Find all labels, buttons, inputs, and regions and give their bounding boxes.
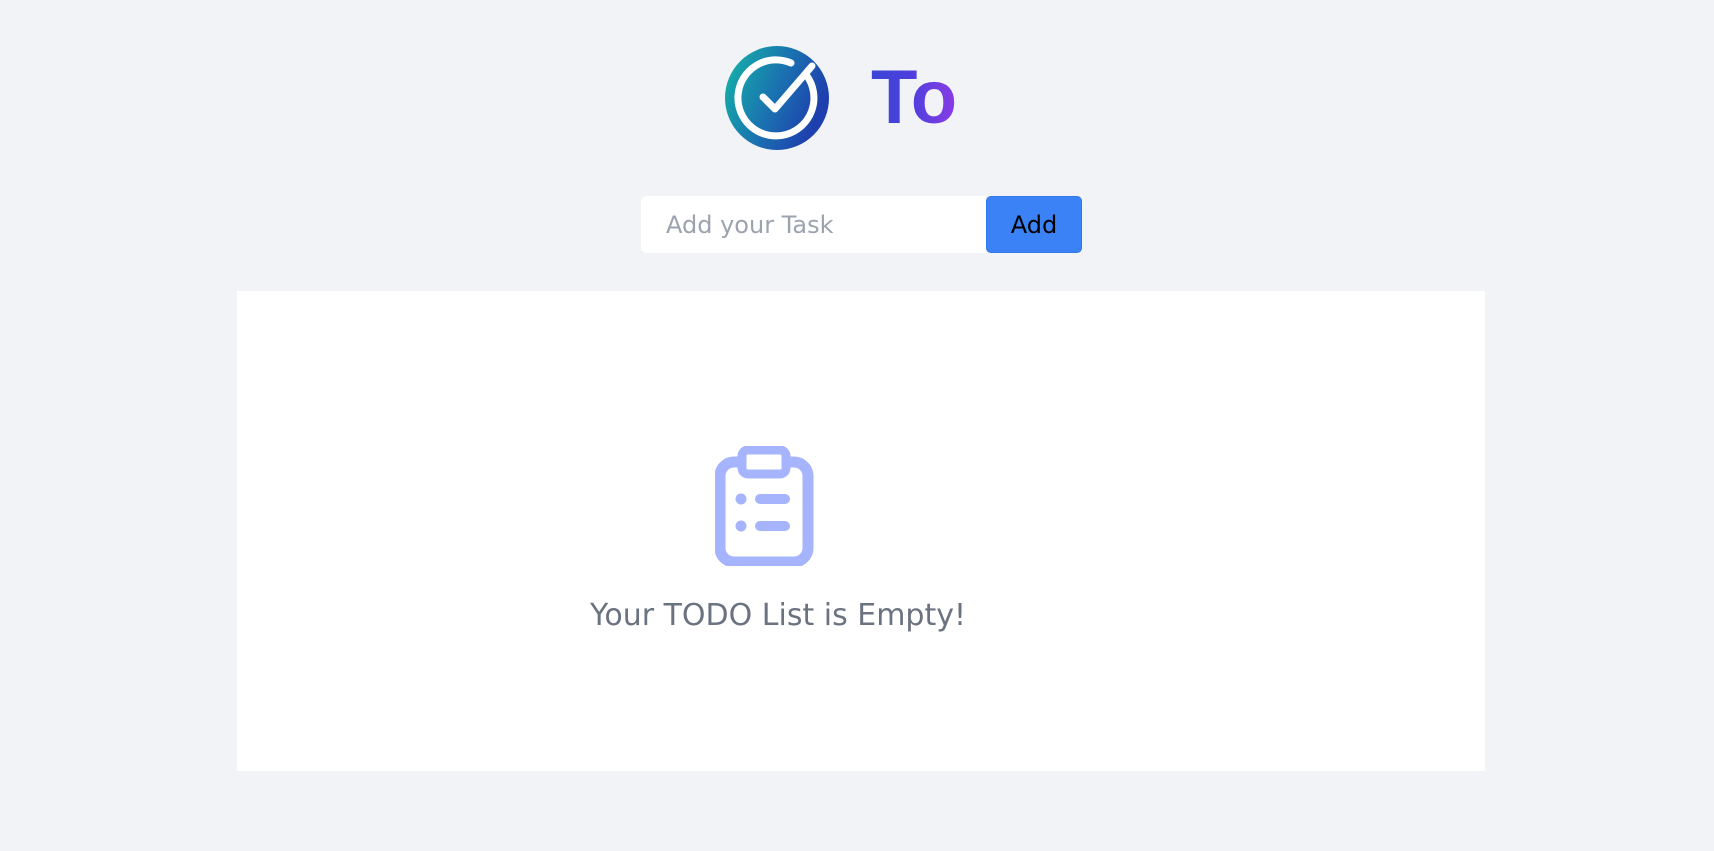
add-button[interactable]: Add bbox=[986, 196, 1082, 253]
task-input[interactable] bbox=[641, 196, 986, 253]
clipboard-list-icon bbox=[715, 446, 814, 566]
add-task-form: Add bbox=[641, 196, 1082, 253]
empty-message: Your TODO List is Empty! bbox=[590, 598, 967, 633]
todo-list-panel: Your TODO List is Empty! bbox=[237, 291, 1485, 771]
app-header: To bbox=[725, 46, 957, 150]
check-circle-icon bbox=[725, 46, 829, 150]
empty-state: Your TODO List is Empty! bbox=[237, 291, 1485, 771]
app-title: To bbox=[871, 55, 957, 140]
todo-app: To Add Your TODO List is Empty! bbox=[0, 0, 1714, 851]
